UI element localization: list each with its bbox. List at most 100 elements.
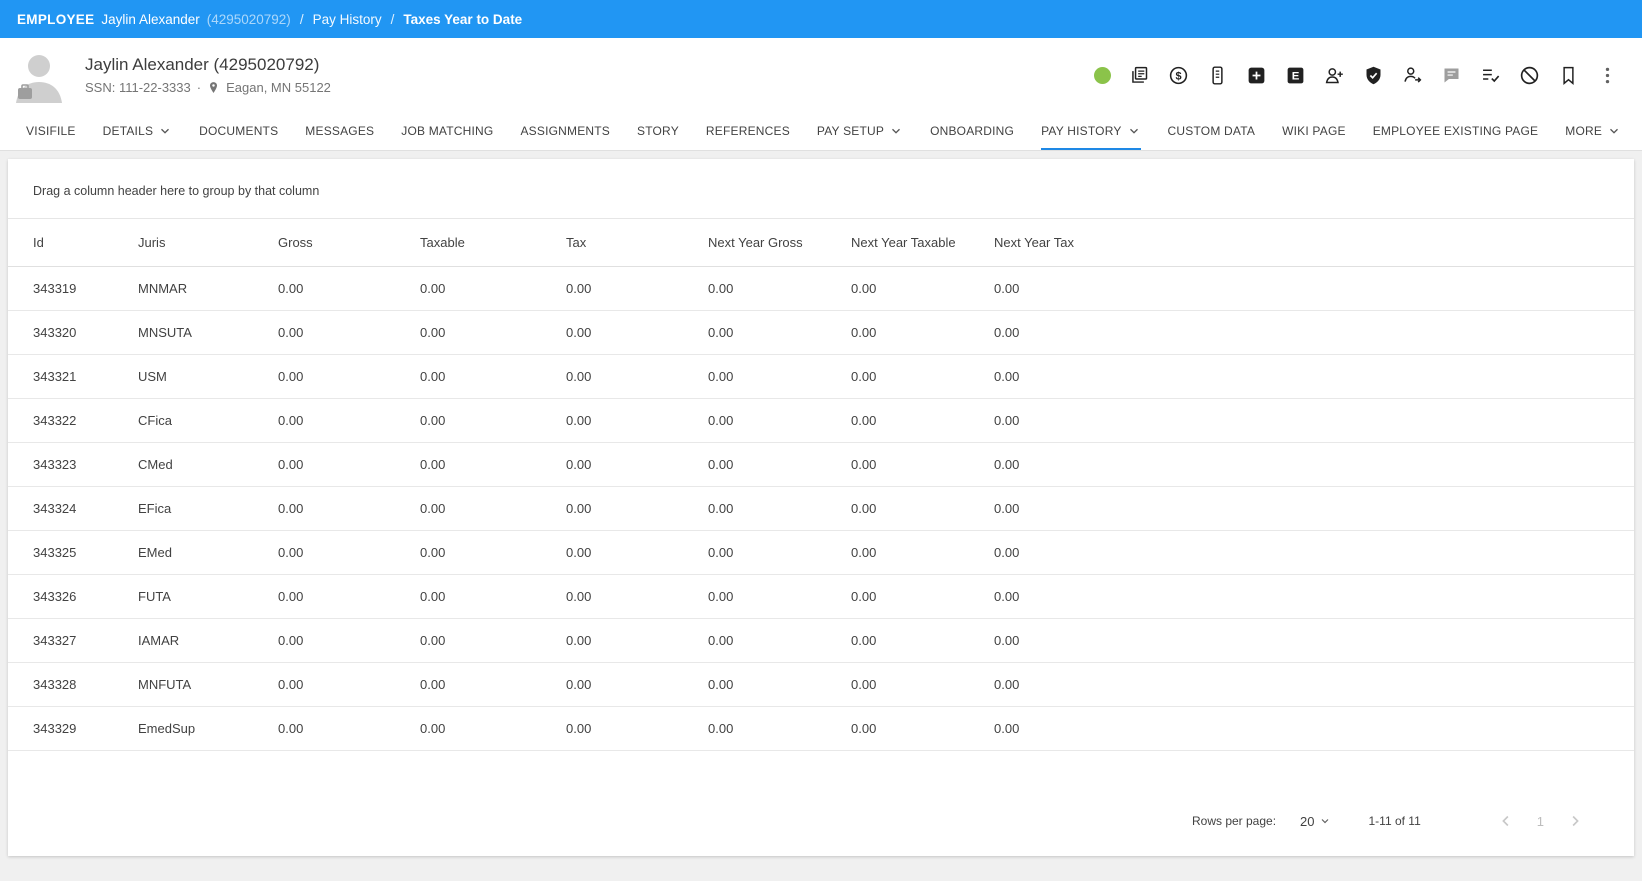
table-row[interactable]: 343323 CMed 0.00 0.00 0.00 0.00 0.00 0.0…	[8, 442, 1634, 487]
chat-icon[interactable]	[1440, 64, 1462, 86]
dollar-circle-icon[interactable]: $	[1167, 64, 1189, 86]
cell-gross: 0.00	[278, 662, 420, 707]
cell-next-year-taxable: 0.00	[851, 398, 994, 443]
cell-gross: 0.00	[278, 310, 420, 355]
breadcrumb-employee-name[interactable]: Jaylin Alexander	[101, 12, 199, 27]
employee-ssn: SSN: 111-22-3333	[85, 80, 191, 95]
bookmark-icon[interactable]	[1557, 64, 1579, 86]
table-row[interactable]: 343327 IAMAR 0.00 0.00 0.00 0.00 0.00 0.…	[8, 618, 1634, 663]
cell-tax: 0.00	[566, 530, 708, 575]
cell-next-year-gross: 0.00	[708, 486, 851, 531]
cell-next-year-gross: 0.00	[708, 398, 851, 443]
column-header-taxable[interactable]: Taxable	[420, 218, 566, 267]
rows-per-page-select[interactable]: 20	[1300, 814, 1330, 829]
cell-next-year-gross: 0.00	[708, 354, 851, 399]
column-header-next-year-tax[interactable]: Next Year Tax	[994, 218, 1634, 267]
group-by-drop-zone[interactable]: Drag a column header here to group by th…	[8, 159, 1634, 218]
task-check-icon[interactable]	[1479, 64, 1501, 86]
tab-onboarding[interactable]: ONBOARDING	[930, 112, 1014, 150]
table-row[interactable]: 343325 EMed 0.00 0.00 0.00 0.00 0.00 0.0…	[8, 530, 1634, 575]
cell-next-year-tax: 0.00	[994, 398, 1634, 443]
cell-next-year-taxable: 0.00	[851, 310, 994, 355]
column-header-next-year-taxable[interactable]: Next Year Taxable	[851, 218, 994, 267]
chevron-down-icon	[1610, 128, 1619, 134]
plus-square-icon[interactable]	[1245, 64, 1267, 86]
employee-header: Jaylin Alexander (4295020792) SSN: 111-2…	[0, 38, 1642, 112]
avatar	[12, 48, 67, 103]
tab-employee-existing-page[interactable]: EMPLOYEE EXISTING PAGE	[1373, 112, 1539, 150]
cell-next-year-gross: 0.00	[708, 530, 851, 575]
current-page-number[interactable]: 1	[1537, 814, 1544, 829]
tab-visifile[interactable]: VISIFILE	[26, 112, 76, 150]
tab-wiki-page[interactable]: WIKI PAGE	[1282, 112, 1346, 150]
tab-pay-setup[interactable]: PAY SETUP	[817, 112, 903, 150]
column-header-id[interactable]: Id	[8, 218, 138, 267]
table-row[interactable]: 343322 CFica 0.00 0.00 0.00 0.00 0.00 0.…	[8, 398, 1634, 443]
cell-next-year-tax: 0.00	[994, 662, 1634, 707]
svg-text:E: E	[1291, 70, 1299, 82]
column-header-juris[interactable]: Juris	[138, 218, 278, 267]
next-page-button[interactable]	[1564, 810, 1586, 832]
cell-next-year-taxable: 0.00	[851, 662, 994, 707]
cell-taxable: 0.00	[420, 618, 566, 663]
cell-next-year-taxable: 0.00	[851, 266, 994, 311]
cell-tax: 0.00	[566, 706, 708, 751]
tab-story[interactable]: STORY	[637, 112, 679, 150]
person-add-icon[interactable]	[1323, 64, 1345, 86]
table-row[interactable]: 343319 MNMAR 0.00 0.00 0.00 0.00 0.00 0.…	[8, 266, 1634, 311]
cell-id: 343323	[8, 442, 138, 487]
block-icon[interactable]	[1518, 64, 1540, 86]
tab-job-matching[interactable]: JOB MATCHING	[401, 112, 493, 150]
table-row[interactable]: 343320 MNSUTA 0.00 0.00 0.00 0.00 0.00 0…	[8, 310, 1634, 355]
e-square-icon[interactable]: E	[1284, 64, 1306, 86]
cell-gross: 0.00	[278, 706, 420, 751]
activity-log-icon[interactable]	[1128, 64, 1150, 86]
cell-next-year-tax: 0.00	[994, 354, 1634, 399]
cell-next-year-taxable: 0.00	[851, 486, 994, 531]
breadcrumb-pay-history[interactable]: Pay History	[313, 12, 382, 27]
cell-next-year-gross: 0.00	[708, 618, 851, 663]
employee-location[interactable]: Eagan, MN 55122	[226, 80, 331, 95]
cell-taxable: 0.00	[420, 662, 566, 707]
tab-references[interactable]: REFERENCES	[706, 112, 790, 150]
table-row[interactable]: 343328 MNFUTA 0.00 0.00 0.00 0.00 0.00 0…	[8, 662, 1634, 707]
cell-tax: 0.00	[566, 442, 708, 487]
chevron-right-icon	[1572, 815, 1579, 827]
tab-custom-data[interactable]: CUSTOM DATA	[1168, 112, 1256, 150]
tab-more[interactable]: MORE	[1565, 112, 1621, 150]
cell-next-year-taxable: 0.00	[851, 442, 994, 487]
kebab-menu-icon[interactable]	[1596, 64, 1618, 86]
cell-tax: 0.00	[566, 574, 708, 619]
cell-next-year-tax: 0.00	[994, 486, 1634, 531]
table-row[interactable]: 343329 EmedSup 0.00 0.00 0.00 0.00 0.00 …	[8, 706, 1634, 751]
cell-gross: 0.00	[278, 618, 420, 663]
tab-details[interactable]: DETAILS	[103, 112, 173, 150]
cell-next-year-gross: 0.00	[708, 574, 851, 619]
shield-check-icon[interactable]	[1362, 64, 1384, 86]
cell-next-year-tax: 0.00	[994, 266, 1634, 311]
cell-id: 343319	[8, 266, 138, 311]
table-row[interactable]: 343326 FUTA 0.00 0.00 0.00 0.00 0.00 0.0…	[8, 574, 1634, 619]
table-row[interactable]: 343321 USM 0.00 0.00 0.00 0.00 0.00 0.00	[8, 354, 1634, 399]
previous-page-button[interactable]	[1495, 810, 1517, 832]
table-row[interactable]: 343324 EFica 0.00 0.00 0.00 0.00 0.00 0.…	[8, 486, 1634, 531]
clipboard-icon[interactable]	[1206, 64, 1228, 86]
cell-tax: 0.00	[566, 662, 708, 707]
column-header-gross[interactable]: Gross	[278, 218, 420, 267]
tab-documents[interactable]: DOCUMENTS	[199, 112, 278, 150]
header-toolbar: $ E	[1094, 64, 1618, 86]
cell-gross: 0.00	[278, 354, 420, 399]
cell-juris: CMed	[138, 442, 278, 487]
column-header-tax[interactable]: Tax	[566, 218, 708, 267]
tab-pay-history[interactable]: PAY HISTORY	[1041, 112, 1141, 150]
content-area: Drag a column header here to group by th…	[0, 151, 1642, 881]
column-header-next-year-gross[interactable]: Next Year Gross	[708, 218, 851, 267]
cell-taxable: 0.00	[420, 442, 566, 487]
person-assignment-icon[interactable]	[1401, 64, 1423, 86]
breadcrumb-separator: /	[299, 11, 304, 27]
tab-messages[interactable]: MESSAGES	[305, 112, 374, 150]
tab-assignments[interactable]: ASSIGNMENTS	[520, 112, 610, 150]
cell-id: 343321	[8, 354, 138, 399]
cell-gross: 0.00	[278, 266, 420, 311]
cell-next-year-tax: 0.00	[994, 310, 1634, 355]
